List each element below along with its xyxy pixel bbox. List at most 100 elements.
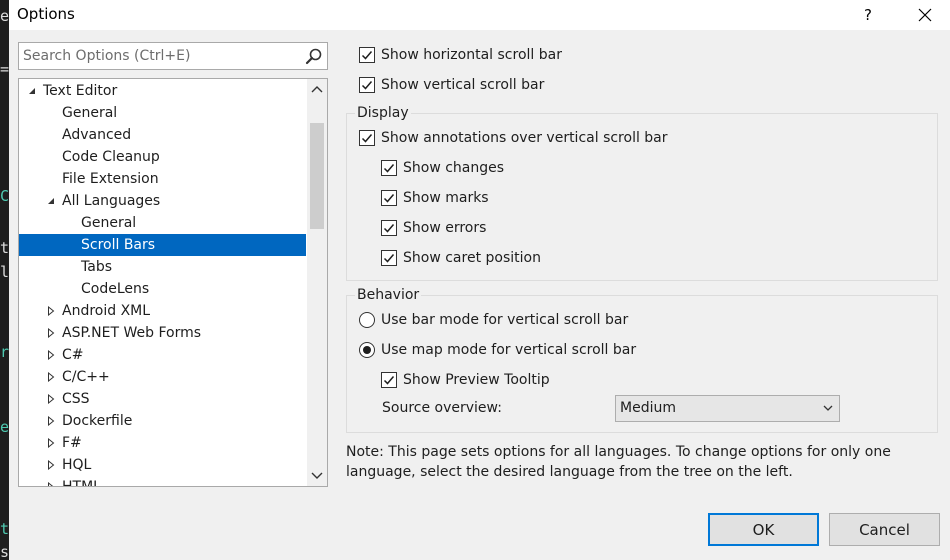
window-title: Options [17, 5, 75, 23]
tree-item[interactable]: CodeLens [19, 278, 306, 300]
chevron-up-icon [311, 86, 323, 93]
show-marks-option[interactable]: Show marks [381, 187, 489, 209]
radio-button[interactable] [359, 312, 375, 328]
checkmark-icon [383, 254, 395, 263]
radio-dot [363, 346, 371, 354]
option-label: Show annotations over vertical scroll ba… [381, 130, 668, 146]
tree-item-label: CSS [62, 391, 90, 407]
checkbox[interactable] [381, 220, 397, 236]
tree-item[interactable]: Android XML [19, 300, 306, 322]
search-box[interactable] [18, 42, 328, 70]
tree-item-label: C/C++ [62, 369, 110, 385]
tree-item-label: General [62, 105, 118, 121]
collapsed-arrow-icon[interactable] [46, 366, 56, 388]
show-errors-option[interactable]: Show errors [381, 217, 486, 239]
bar-mode-option[interactable]: Use bar mode for vertical scroll bar [359, 309, 628, 331]
tree-item-label: ASP.NET Web Forms [62, 325, 202, 341]
tree-item-label: All Languages [62, 193, 161, 209]
help-button[interactable]: ? [845, 0, 891, 30]
ok-button[interactable]: OK [708, 513, 819, 546]
checkmark-icon [361, 134, 373, 143]
expanded-arrow-icon[interactable] [46, 190, 56, 212]
option-label: Show changes [403, 160, 505, 176]
chevron-down-icon [311, 472, 323, 479]
collapsed-arrow-icon[interactable] [46, 344, 56, 366]
tree-item[interactable]: C# [19, 344, 306, 366]
tree-item[interactable]: Tabs [19, 256, 306, 278]
checkmark-icon [361, 51, 373, 60]
tree-scrollbar[interactable] [307, 79, 327, 486]
show-preview-tooltip-option[interactable]: Show Preview Tooltip [381, 369, 550, 391]
tree-item-label: Code Cleanup [62, 149, 160, 165]
option-label: Use map mode for vertical scroll bar [381, 342, 637, 358]
collapsed-arrow-icon[interactable] [46, 432, 56, 454]
checkmark-icon [383, 164, 395, 173]
tree-item-label: File Extension [62, 171, 159, 187]
search-icon[interactable] [305, 47, 323, 65]
close-button[interactable] [902, 0, 948, 30]
tree-item[interactable]: Code Cleanup [19, 146, 306, 168]
collapsed-arrow-icon[interactable] [46, 410, 56, 432]
tree-item[interactable]: HTML [19, 476, 306, 486]
chevron-down-icon [823, 405, 833, 411]
tree-item[interactable]: Scroll Bars [19, 234, 306, 256]
behavior-group-title: Behavior [355, 285, 422, 305]
source-overview-select[interactable]: Medium [615, 395, 840, 422]
source-overview-value: Medium [620, 400, 676, 416]
source-overview-label: Source overview: [382, 400, 502, 416]
cancel-button[interactable]: Cancel [829, 513, 940, 546]
show-horizontal-scrollbar-option[interactable]: Show horizontal scroll bar [359, 44, 562, 66]
titlebar: Options ? [9, 0, 950, 30]
collapsed-arrow-icon[interactable] [46, 476, 56, 486]
scroll-down-button[interactable] [307, 466, 327, 486]
option-label: Show errors [403, 220, 487, 236]
collapsed-arrow-icon[interactable] [46, 388, 56, 410]
checkbox[interactable] [381, 250, 397, 266]
tree-item-label: Tabs [81, 259, 112, 275]
collapsed-arrow-icon[interactable] [46, 300, 56, 322]
tree-item[interactable]: F# [19, 432, 306, 454]
option-label: Use bar mode for vertical scroll bar [381, 312, 629, 328]
tree-item[interactable]: General [19, 212, 306, 234]
show-changes-option[interactable]: Show changes [381, 157, 504, 179]
tree-item[interactable]: Advanced [19, 124, 306, 146]
checkmark-icon [383, 194, 395, 203]
tree-item-label: F# [62, 435, 82, 451]
tree-item[interactable]: Dockerfile [19, 410, 306, 432]
scroll-thumb[interactable] [310, 123, 324, 229]
tree-item[interactable]: All Languages [19, 190, 306, 212]
tree-item-label: HQL [62, 457, 92, 473]
scroll-up-button[interactable] [307, 79, 327, 99]
expanded-arrow-icon[interactable] [27, 80, 37, 102]
radio-button[interactable] [359, 342, 375, 358]
checkbox[interactable] [381, 160, 397, 176]
show-caret-position-option[interactable]: Show caret position [381, 247, 541, 269]
checkbox[interactable] [381, 190, 397, 206]
collapsed-arrow-icon[interactable] [46, 322, 56, 344]
tree-item[interactable]: General [19, 102, 306, 124]
tree-item[interactable]: File Extension [19, 168, 306, 190]
checkbox[interactable] [359, 47, 375, 63]
background-editor-strip: e = C t l r e t s [0, 0, 9, 560]
tree-item-label: C# [62, 347, 84, 363]
tree-item[interactable]: Text Editor [19, 80, 306, 102]
options-tree: Text Editor General Advanced Code Cleanup Fi… [18, 78, 328, 487]
tree-item[interactable]: ASP.NET Web Forms [19, 322, 306, 344]
show-annotations-option[interactable]: Show annotations over vertical scroll ba… [359, 127, 668, 149]
tree-item[interactable]: CSS [19, 388, 306, 410]
tree-item[interactable]: C/C++ [19, 366, 306, 388]
search-input[interactable] [19, 43, 299, 69]
checkbox[interactable] [381, 372, 397, 388]
option-label: Show caret position [403, 250, 541, 266]
option-label: Show horizontal scroll bar [381, 47, 562, 63]
checkbox[interactable] [359, 77, 375, 93]
option-label: Show vertical scroll bar [381, 77, 545, 93]
close-icon [918, 8, 932, 22]
checkbox[interactable] [359, 130, 375, 146]
show-vertical-scrollbar-option[interactable]: Show vertical scroll bar [359, 74, 544, 96]
map-mode-option[interactable]: Use map mode for vertical scroll bar [359, 339, 636, 361]
checkmark-icon [383, 224, 395, 233]
collapsed-arrow-icon[interactable] [46, 454, 56, 476]
tree-item-label: Dockerfile [62, 413, 133, 429]
tree-item[interactable]: HQL [19, 454, 306, 476]
